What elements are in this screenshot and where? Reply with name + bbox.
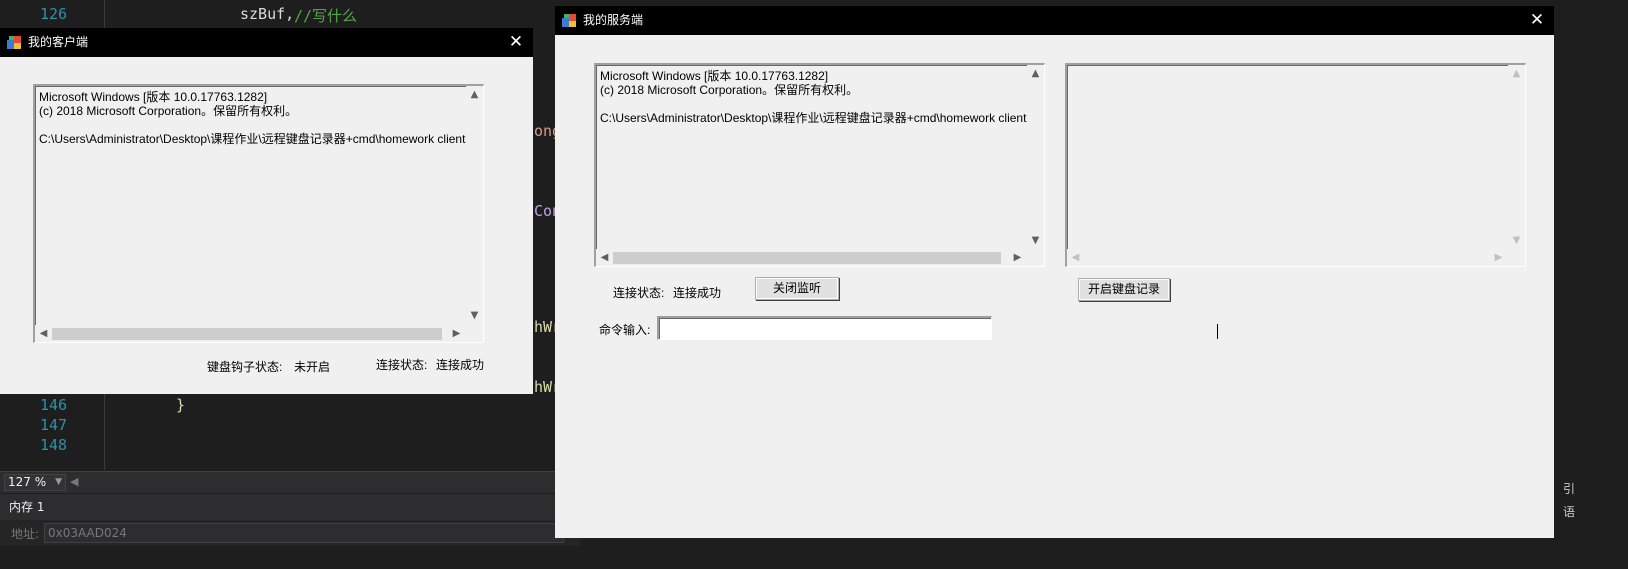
scroll-right-icon[interactable]: ▶ bbox=[1490, 249, 1507, 266]
scroll-left-icon[interactable]: ◀ bbox=[596, 249, 613, 266]
vertical-scrollbar[interactable]: ▲ ▼ bbox=[1027, 65, 1044, 249]
client-console-text: Microsoft Windows [版本 10.0.17763.1282] (… bbox=[39, 90, 466, 146]
ide-side-glyph: 语 bbox=[1563, 505, 1576, 519]
scroll-left-icon[interactable]: ◀ bbox=[1067, 249, 1084, 266]
memory-address-row: 地址: 0x03AAD024 bbox=[0, 520, 580, 546]
connection-status-value: 连接成功 bbox=[673, 286, 722, 300]
line-number: 148 bbox=[40, 436, 68, 454]
scrollbar-thumb[interactable] bbox=[613, 252, 1001, 264]
command-input-label: 命令输入: bbox=[599, 323, 651, 337]
server-console-text: Microsoft Windows [版本 10.0.17763.1282] (… bbox=[600, 69, 1027, 125]
ide-side-glyph: 引 bbox=[1563, 482, 1576, 496]
connection-status-label: 连接状态: bbox=[613, 286, 665, 300]
server-titlebar[interactable]: 我的服务端 ✕ bbox=[555, 6, 1554, 35]
scroll-left-icon[interactable]: ◀ bbox=[35, 325, 52, 342]
connection-status-value: 连接成功 bbox=[436, 358, 485, 372]
close-icon[interactable]: ✕ bbox=[499, 28, 533, 57]
server-keylog-output[interactable]: ▲ ▼ ◀ ▶ bbox=[1065, 63, 1526, 267]
scrollbar-corner bbox=[466, 325, 483, 342]
horizontal-scrollbar[interactable]: ◀ ▶ bbox=[596, 249, 1026, 266]
code-comment: //写什么 bbox=[294, 7, 358, 25]
code-brace: } bbox=[176, 396, 186, 414]
hook-status-value: 未开启 bbox=[294, 360, 331, 374]
line-number: 146 bbox=[40, 396, 68, 414]
stop-listen-button[interactable]: 关闭监听 bbox=[755, 277, 839, 300]
scroll-down-icon[interactable]: ▼ bbox=[466, 307, 483, 324]
connection-status-label: 连接状态: bbox=[376, 358, 428, 372]
client-titlebar[interactable]: 我的客户端 ✕ bbox=[0, 28, 533, 57]
scroll-right-icon[interactable]: ▶ bbox=[1009, 249, 1026, 266]
app-icon bbox=[562, 14, 576, 27]
chevron-down-icon: ▼ bbox=[55, 477, 62, 487]
scroll-up-icon[interactable]: ▲ bbox=[1027, 65, 1044, 82]
start-keylog-button[interactable]: 开启键盘记录 bbox=[1078, 278, 1170, 301]
hook-status-label: 键盘钩子状态: bbox=[207, 360, 283, 374]
scroll-right-icon[interactable]: ▶ bbox=[448, 325, 465, 342]
address-input[interactable]: 0x03AAD024 bbox=[44, 523, 564, 543]
command-input[interactable] bbox=[657, 316, 992, 340]
ide-right-edge: 引 语 bbox=[1563, 0, 1628, 569]
app-icon bbox=[7, 36, 21, 49]
code-fragment: szBuf, bbox=[240, 5, 295, 23]
scroll-up-icon[interactable]: ▲ bbox=[466, 86, 483, 103]
line-number: 126 bbox=[40, 5, 68, 23]
client-console-output[interactable]: Microsoft Windows [版本 10.0.17763.1282] (… bbox=[33, 84, 484, 343]
server-window-title: 我的服务端 bbox=[583, 13, 644, 27]
server-console-output[interactable]: Microsoft Windows [版本 10.0.17763.1282] (… bbox=[594, 63, 1045, 267]
horizontal-scrollbar[interactable]: ◀ ▶ bbox=[1067, 249, 1507, 266]
client-window: 我的客户端 ✕ Microsoft Windows [版本 10.0.17763… bbox=[0, 28, 533, 394]
scroll-up-icon[interactable]: ▲ bbox=[1508, 65, 1525, 82]
editor-status-bar: 127 % ▼ ◀ bbox=[0, 471, 580, 493]
scroll-down-icon[interactable]: ▼ bbox=[1508, 232, 1525, 249]
text-caret bbox=[1217, 324, 1218, 339]
scroll-left-icon[interactable]: ◀ bbox=[70, 475, 78, 488]
server-window: 我的服务端 ✕ Microsoft Windows [版本 10.0.17763… bbox=[555, 6, 1554, 538]
client-window-title: 我的客户端 bbox=[28, 35, 89, 49]
scroll-down-icon[interactable]: ▼ bbox=[1027, 232, 1044, 249]
close-icon[interactable]: ✕ bbox=[1520, 6, 1554, 35]
vertical-scrollbar[interactable]: ▲ ▼ bbox=[466, 86, 483, 324]
address-label: 地址: bbox=[11, 527, 40, 541]
zoom-level: 127 % bbox=[8, 475, 47, 489]
line-number: 147 bbox=[40, 416, 68, 434]
memory-panel-title[interactable]: 内存 1 bbox=[0, 494, 580, 520]
zoom-dropdown[interactable]: 127 % ▼ bbox=[4, 474, 66, 491]
vertical-scrollbar[interactable]: ▲ ▼ bbox=[1508, 65, 1525, 249]
scrollbar-corner bbox=[1027, 249, 1044, 266]
horizontal-scrollbar[interactable]: ◀ ▶ bbox=[35, 325, 465, 342]
scrollbar-corner bbox=[1508, 249, 1525, 266]
scrollbar-thumb[interactable] bbox=[52, 328, 442, 340]
